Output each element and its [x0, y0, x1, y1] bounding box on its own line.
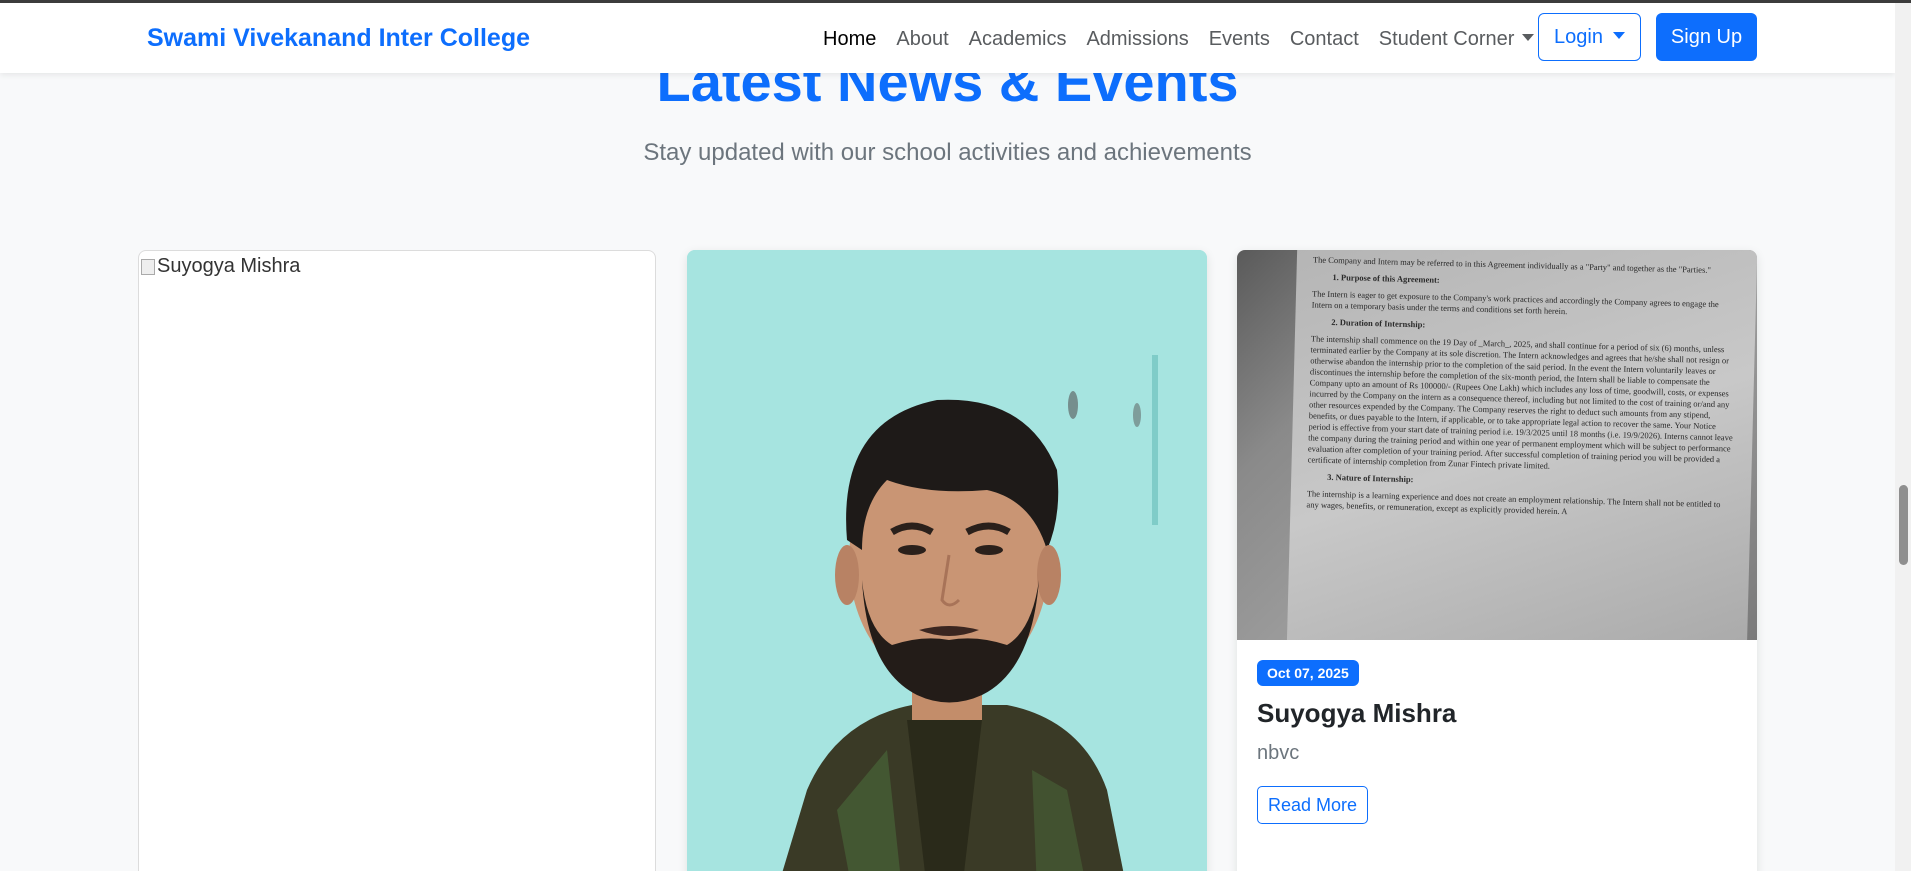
broken-image-icon	[141, 258, 155, 275]
broken-image: Suyogya Mishra	[141, 255, 300, 278]
login-label: Login	[1554, 25, 1603, 48]
card-text: nbvc	[1257, 742, 1300, 764]
navbar: Swami Vivekanand Inter College Home Abou…	[0, 3, 1895, 73]
signup-button[interactable]: Sign Up	[1656, 13, 1757, 61]
nav-link-contact[interactable]: Contact	[1290, 28, 1359, 51]
section-subtitle: Stay updated with our school activities …	[643, 139, 1252, 166]
brand-logo-link[interactable]: Swami Vivekanand Inter College	[147, 24, 530, 53]
login-dropdown-button[interactable]: Login	[1538, 13, 1641, 61]
doc-line: The internship is a learning experience …	[1306, 488, 1721, 517]
nav-link-home[interactable]: Home	[823, 28, 876, 51]
date-badge: Oct 07, 2025	[1257, 660, 1359, 686]
portrait-photo	[687, 250, 1207, 871]
chevron-down-icon	[1612, 31, 1625, 39]
news-card: The Company and Intern may be referred t…	[1237, 250, 1757, 871]
portrait-illustration	[687, 250, 1207, 871]
nav-link-admissions[interactable]: Admissions	[1086, 28, 1188, 51]
news-card: Suyogya Mishra	[138, 250, 656, 871]
document-photo: The Company and Intern may be referred t…	[1237, 250, 1757, 640]
news-card	[687, 250, 1207, 871]
scrollbar-thumb[interactable]	[1899, 485, 1908, 565]
doc-line: The internship shall commence on the 19 …	[1307, 333, 1733, 471]
signup-label: Sign Up	[1670, 25, 1743, 48]
student-corner-label: Student Corner	[1378, 28, 1515, 50]
nav-link-academics[interactable]: Academics	[969, 28, 1067, 51]
nav-dropdown-student-corner[interactable]: Student Corner	[1379, 28, 1535, 51]
window-top-border	[0, 0, 1911, 3]
page-scrollbar[interactable]	[1895, 3, 1911, 871]
read-more-button[interactable]: Read More	[1257, 786, 1369, 824]
doc-line: The Intern is eager to get exposure to t…	[1311, 288, 1719, 317]
document-page: The Company and Intern may be referred t…	[1286, 250, 1757, 640]
card-title: Suyogya Mishra	[1257, 698, 1457, 728]
image-alt-text: Suyogya Mishra	[157, 255, 301, 277]
nav-link-events[interactable]: Events	[1209, 28, 1270, 51]
nav-links: Home About Academics Admissions Events C…	[823, 28, 1554, 51]
nav-link-about[interactable]: About	[896, 28, 948, 51]
chevron-down-icon	[1522, 34, 1535, 42]
